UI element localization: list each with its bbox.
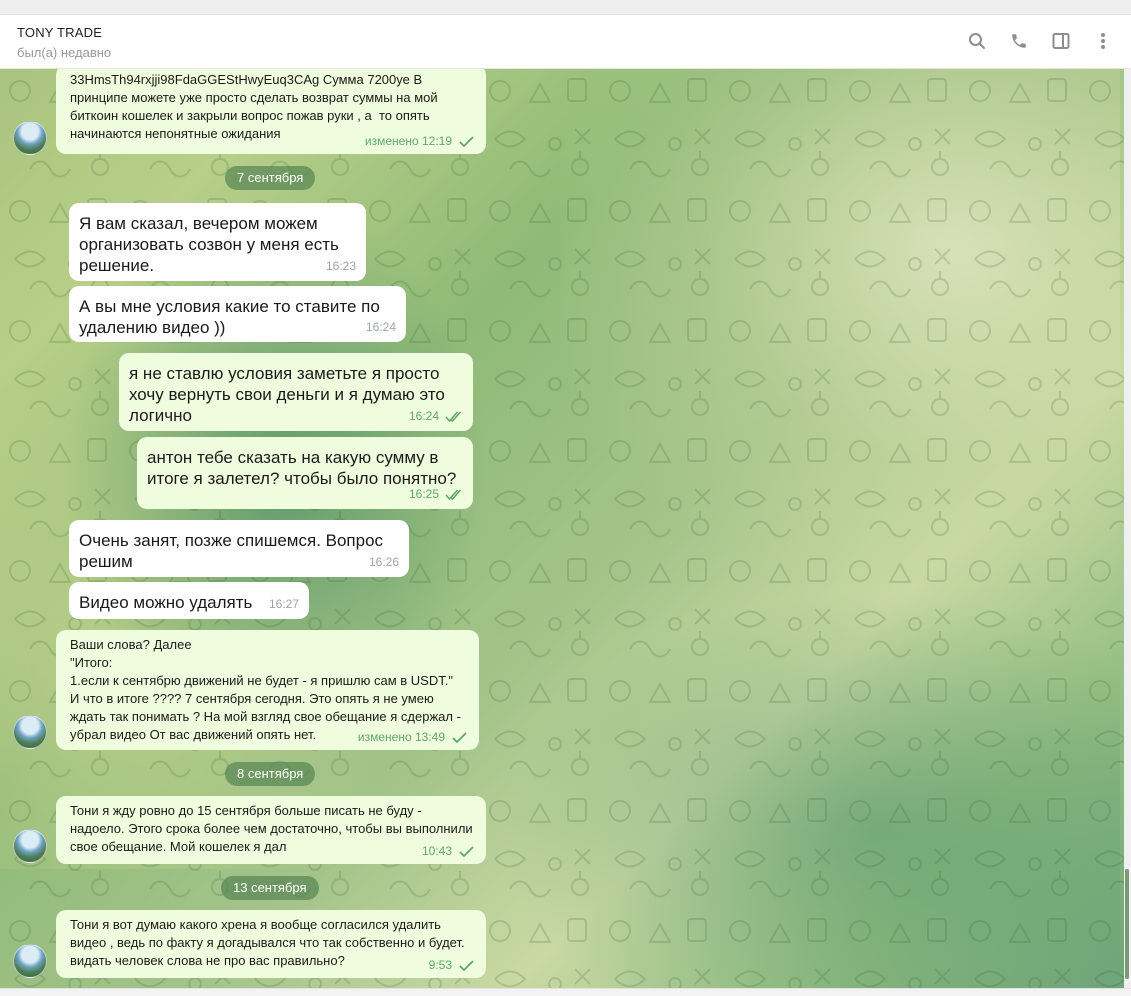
- message-meta: 9:53: [429, 956, 476, 974]
- message-bubble[interactable]: Я вам сказал, вечером можем организовать…: [69, 203, 366, 281]
- message-meta: 16:26: [369, 552, 399, 573]
- message-bubble[interactable]: Тони я вот думаю какого хрена я вообще с…: [56, 910, 486, 978]
- message-time: 16:25: [408, 487, 439, 501]
- message-meta: 16:25: [409, 484, 463, 505]
- sidebar-toggle-icon[interactable]: [1051, 29, 1071, 53]
- message-bubble[interactable]: Очень занят, позже спишемся. Вопрос реши…: [69, 520, 409, 577]
- date-separator: 13 сентября: [221, 876, 319, 900]
- single-check-icon: [459, 135, 474, 147]
- message-text: А вы мне условия какие то ставите по уда…: [79, 297, 385, 337]
- message-meta: изменено 13:49: [358, 728, 469, 746]
- message-text: антон тебе сказать на какую сумму в итог…: [147, 448, 457, 488]
- message-bubble[interactable]: 33HmsTh94rxjji98FdaGGEStHwyEuq3CAg Сумма…: [56, 69, 486, 154]
- date-separator: 7 сентября: [225, 166, 316, 190]
- message-time: 16:26: [368, 555, 399, 569]
- avatar[interactable]: [13, 715, 47, 749]
- message-time: 10:43: [421, 844, 452, 858]
- message-bubble[interactable]: Видео можно удалять 16:27: [69, 582, 309, 619]
- date-separator: 8 сентября: [225, 762, 316, 786]
- avatar[interactable]: [13, 944, 47, 978]
- message-bubble[interactable]: Ваши слова? Далее "Итого: 1.если к сентя…: [56, 630, 479, 750]
- message-text: Видео можно удалять: [79, 593, 253, 612]
- message-meta: 10:43: [422, 842, 476, 860]
- message-bubble[interactable]: А вы мне условия какие то ставите по уда…: [69, 286, 406, 342]
- message-text: Очень занят, позже спишемся. Вопрос реши…: [79, 531, 388, 571]
- message-text: Я вам сказал, вечером можем организовать…: [79, 214, 344, 275]
- message-bubble[interactable]: антон тебе сказать на какую сумму в итог…: [137, 437, 473, 509]
- window-bottom-strip: [0, 988, 1131, 996]
- message-meta: 16:23: [326, 256, 356, 277]
- message-time: изменено 12:19: [364, 134, 452, 148]
- single-check-icon: [459, 845, 474, 857]
- avatar[interactable]: [13, 829, 47, 863]
- message-time: 16:24: [365, 320, 396, 334]
- chat-title[interactable]: TONY TRADE: [17, 25, 102, 40]
- phone-icon[interactable]: [1009, 29, 1029, 53]
- chat-status: был(а) недавно: [17, 45, 112, 60]
- message-time: 16:24: [408, 409, 439, 423]
- scrollbar-thumb[interactable]: [1125, 869, 1129, 979]
- chat-area[interactable]: 33HmsTh94rxjji98FdaGGEStHwyEuq3CAg Сумма…: [0, 69, 1124, 988]
- message-text: Тони я вот думаю какого хрена я вообще с…: [70, 917, 469, 968]
- more-vertical-icon[interactable]: [1093, 29, 1113, 53]
- window-top-strip: [0, 0, 1131, 15]
- chat-scrollbar[interactable]: [1124, 69, 1131, 988]
- message-meta: изменено 12:19: [365, 132, 476, 150]
- double-check-icon: [445, 489, 462, 500]
- message-bubble[interactable]: я не ставлю условия заметьте я просто хо…: [119, 353, 473, 431]
- message-meta: 16:24: [366, 317, 396, 338]
- message-meta: 16:27: [269, 594, 299, 615]
- single-check-icon: [459, 959, 474, 971]
- message-time: 9:53: [428, 958, 452, 972]
- double-check-icon: [445, 411, 462, 422]
- chat-header[interactable]: TONY TRADE был(а) недавно: [0, 15, 1131, 69]
- message-time: изменено 13:49: [357, 730, 445, 744]
- message-bubble[interactable]: Тони я жду ровно до 15 сентября больше п…: [56, 796, 486, 864]
- avatar[interactable]: [13, 121, 47, 155]
- search-icon[interactable]: [967, 29, 987, 53]
- message-text: Тони я жду ровно до 15 сентября больше п…: [70, 803, 477, 854]
- message-time: 16:23: [325, 259, 356, 273]
- message-time: 16:27: [268, 597, 299, 611]
- single-check-icon: [452, 731, 467, 743]
- message-meta: 16:24: [409, 406, 463, 427]
